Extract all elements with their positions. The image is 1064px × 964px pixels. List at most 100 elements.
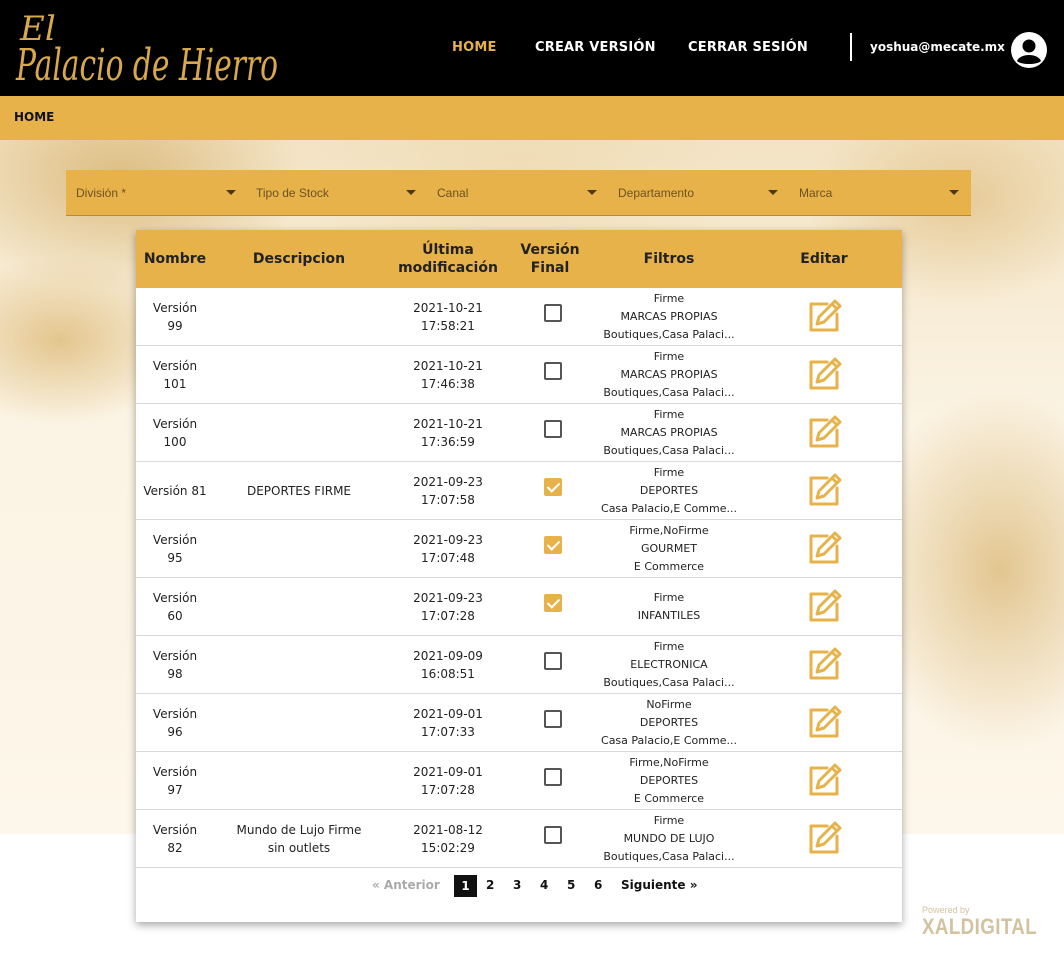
- table-row: Versión 95 2021-09-23 17:07:48 Firme,NoFirme…: [136, 520, 902, 578]
- last-modified: 2021-08-12 15:02:29: [388, 821, 508, 857]
- edit-icon[interactable]: [805, 704, 843, 742]
- filter-tipo-stock-label: Tipo de Stock: [256, 186, 329, 200]
- filter-canal-value: Casa Palacio,E Comme...: [601, 502, 737, 515]
- edit-icon[interactable]: [805, 414, 843, 452]
- version-name-line2: 95: [167, 551, 183, 565]
- account-icon[interactable]: [1011, 32, 1047, 68]
- filters-summary: Firme INFANTILES: [584, 589, 754, 625]
- pagination-page[interactable]: 4: [540, 878, 548, 892]
- modified-time: 16:08:51: [421, 667, 475, 681]
- modified-time: 17:46:38: [421, 377, 475, 391]
- version-final-checkbox[interactable]: [544, 652, 562, 670]
- edit-icon[interactable]: [805, 356, 843, 394]
- filter-departamento-value: MARCAS PROPIAS: [620, 368, 718, 381]
- version-name: Versión 95: [136, 531, 214, 567]
- chevron-down-icon: [226, 190, 236, 195]
- version-name: Versión 96: [136, 705, 214, 741]
- table-row: Versión 82 Mundo de Lujo Firme sin outlets 2…: [136, 810, 902, 868]
- pagination-page[interactable]: 5: [567, 878, 575, 892]
- filter-departamento-value: INFANTILES: [637, 609, 701, 622]
- filter-canal[interactable]: Canal: [437, 186, 597, 202]
- nav-home[interactable]: HOME: [452, 40, 497, 55]
- modified-time: 17:58:21: [421, 319, 475, 333]
- filter-marca[interactable]: Marca: [799, 186, 959, 202]
- version-name-line1: Versión: [152, 533, 198, 547]
- filters-summary: Firme MARCAS PROPIAS Boutiques,Casa Palaci…: [584, 348, 754, 402]
- filter-marca-label: Marca: [799, 186, 833, 200]
- pagination-page[interactable]: 2: [486, 878, 494, 892]
- edit-icon[interactable]: [805, 472, 843, 510]
- modified-date: 2021-09-23: [413, 475, 483, 489]
- filter-canal-label: Canal: [437, 186, 469, 200]
- modified-time: 15:02:29: [421, 841, 475, 855]
- version-name: Versión 97: [136, 763, 214, 799]
- filter-departamento[interactable]: Departamento: [618, 186, 778, 202]
- edit-icon[interactable]: [805, 646, 843, 684]
- filter-departamento-value: MUNDO DE LUJO: [623, 832, 715, 845]
- version-name-line2: 96: [167, 725, 183, 739]
- nav-crear-version[interactable]: CREAR VERSIÓN: [535, 40, 656, 55]
- version-name-line1: Versión: [152, 359, 198, 373]
- filter-canal-value: Boutiques,Casa Palaci...: [603, 444, 735, 457]
- last-modified: 2021-10-21 17:58:21: [388, 299, 508, 335]
- filter-canal-value: Casa Palacio,E Comme...: [601, 734, 737, 747]
- edit-icon[interactable]: [805, 588, 843, 626]
- modified-date: 2021-10-21: [413, 417, 483, 431]
- edit-icon[interactable]: [805, 530, 843, 568]
- version-final-checkbox[interactable]: [544, 304, 562, 322]
- filter-canal-value: E Commerce: [633, 560, 705, 573]
- pagination-next[interactable]: Siguiente »: [621, 878, 698, 892]
- version-final-checkbox[interactable]: [544, 768, 562, 786]
- table-row: Versión 81 DEPORTES FIRME 2021-09-23 17:07:…: [136, 462, 902, 520]
- version-name-line1: Versión: [152, 707, 198, 721]
- modified-date: 2021-09-09: [413, 649, 483, 663]
- version-name-line1: Versión: [152, 301, 198, 315]
- version-final-checkbox[interactable]: [544, 420, 562, 438]
- filter-departamento-value: MARCAS PROPIAS: [620, 310, 718, 323]
- filter-tipo-stock[interactable]: Tipo de Stock: [256, 186, 416, 202]
- header-nombre: Nombre: [143, 251, 207, 267]
- filters-summary: Firme MUNDO DE LUJO Boutiques,Casa Palaci.…: [584, 812, 754, 866]
- nav-cerrar-sesion[interactable]: CERRAR SESIÓN: [688, 40, 808, 55]
- chevron-down-icon: [587, 190, 597, 195]
- breadcrumb-home[interactable]: HOME: [14, 110, 54, 124]
- filter-division[interactable]: División *: [76, 186, 236, 202]
- version-final-checkbox[interactable]: [544, 478, 562, 496]
- svg-text:Palacio de Hierro: Palacio de Hierro: [15, 40, 278, 88]
- header-version-final: Versión Final: [510, 241, 590, 277]
- version-final-checkbox[interactable]: [544, 594, 562, 612]
- pagination-page[interactable]: 3: [513, 878, 521, 892]
- pagination-page-current[interactable]: 1: [454, 875, 477, 897]
- filters-summary: Firme,NoFirme DEPORTES E Commerce: [584, 754, 754, 808]
- version-name: Versión 99: [136, 299, 214, 335]
- last-modified: 2021-10-21 17:36:59: [388, 415, 508, 451]
- version-name-line2: 82: [167, 841, 183, 855]
- header-version-line1: Versión: [520, 242, 580, 258]
- filter-tipo: Firme,NoFirme: [629, 756, 709, 769]
- version-name: Versión 81: [136, 482, 214, 500]
- version-name-line2: 101: [163, 377, 187, 391]
- pagination-page[interactable]: 6: [594, 878, 602, 892]
- header-modificacion-line1: Última: [422, 242, 474, 258]
- palacio-de-hierro-logo[interactable]: El Palacio de Hierro: [14, 6, 284, 88]
- filter-departamento-value: DEPORTES: [639, 774, 699, 787]
- filter-departamento-value: GOURMET: [640, 542, 698, 555]
- edit-icon[interactable]: [805, 298, 843, 336]
- last-modified: 2021-10-21 17:46:38: [388, 357, 508, 393]
- version-name-line1: Versión: [152, 765, 198, 779]
- edit-icon[interactable]: [805, 820, 843, 858]
- header-descripcion: Descripcion: [252, 251, 346, 267]
- version-final-checkbox[interactable]: [544, 826, 562, 844]
- version-name-line2: 60: [167, 609, 183, 623]
- version-final-checkbox[interactable]: [544, 362, 562, 380]
- version-final-checkbox[interactable]: [544, 710, 562, 728]
- filter-departamento-value: MARCAS PROPIAS: [620, 426, 718, 439]
- edit-icon[interactable]: [805, 762, 843, 800]
- header-modificacion-line2: modificación: [398, 260, 498, 276]
- filter-tipo: Firme: [653, 408, 685, 421]
- last-modified: 2021-09-01 17:07:33: [388, 705, 508, 741]
- version-final-checkbox[interactable]: [544, 536, 562, 554]
- filter-canal-value: Boutiques,Casa Palaci...: [603, 328, 735, 341]
- last-modified: 2021-09-23 17:07:48: [388, 531, 508, 567]
- filter-canal-value: Boutiques,Casa Palaci...: [603, 386, 735, 399]
